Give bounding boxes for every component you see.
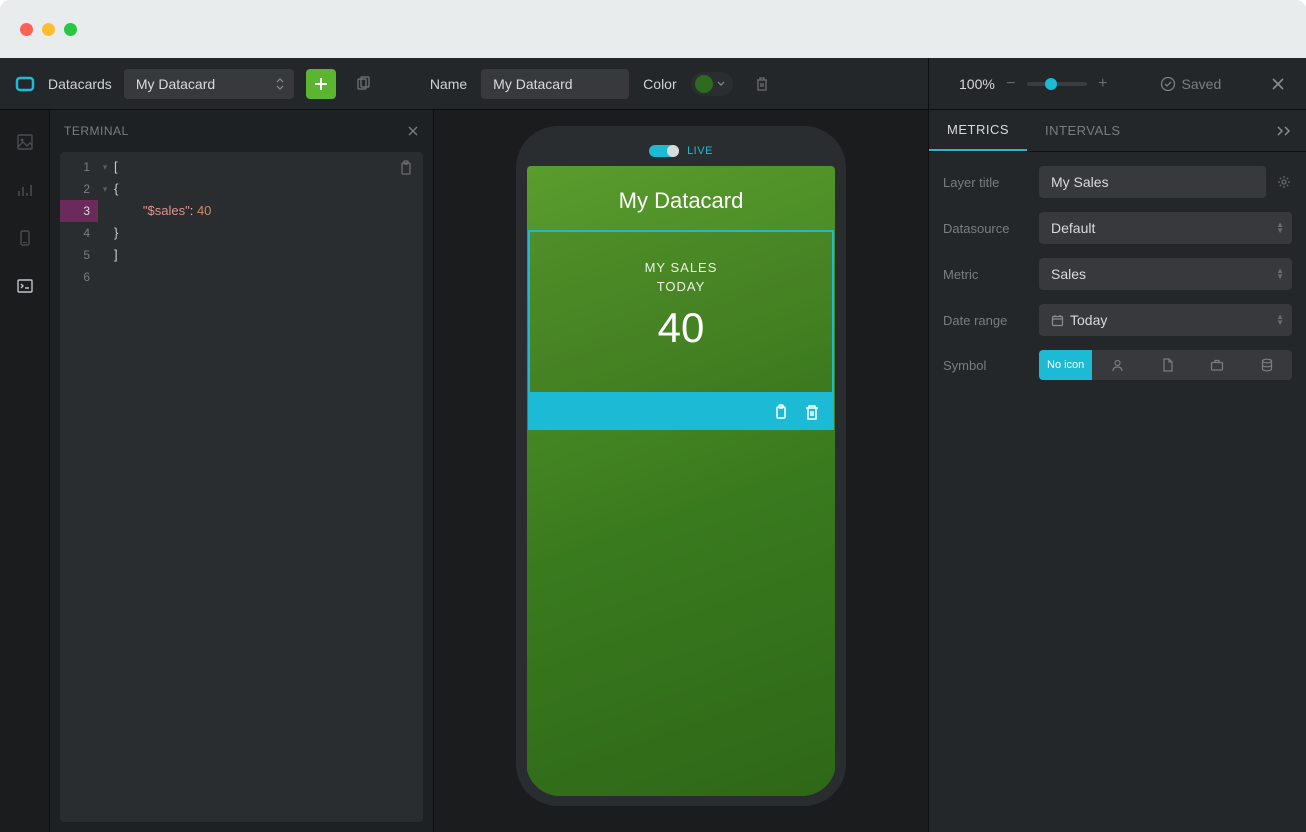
chevron-updown-icon: ▲▼ [1276,222,1284,234]
left-rail [0,110,50,832]
phone-status-bar: LIVE [526,136,836,166]
mac-titlebar [0,0,1306,58]
saved-label: Saved [1182,76,1222,92]
zoom-in-button[interactable]: + [1095,75,1111,93]
panel-tabs: METRICS INTERVALS [929,110,1306,152]
datacard-preview: My Datacard MY SALES TODAY 40 [527,166,835,796]
phone-frame: LIVE My Datacard MY SALES TODAY 40 [516,126,846,806]
maximize-window[interactable] [64,23,77,36]
chevron-updown-icon [276,78,284,90]
symbol-briefcase-button[interactable] [1192,350,1242,380]
symbol-person-button[interactable] [1092,350,1142,380]
code-editor[interactable]: 1 2 3 4 5 6 ▾▾ [ { "$sales": 40 [60,152,423,822]
terminal-header-label: TERMINAL [64,124,129,138]
delete-datacard-button[interactable] [747,69,777,99]
live-toggle[interactable] [649,145,679,157]
metric-card[interactable]: MY SALES TODAY 40 [528,230,834,394]
layer-title-input[interactable] [1039,166,1266,198]
calendar-icon [1051,314,1064,327]
chevron-updown-icon: ▲▼ [1276,268,1284,280]
duplicate-button[interactable] [348,69,378,99]
live-label: LIVE [687,145,713,157]
zoom-out-button[interactable]: − [1003,75,1019,93]
saved-indicator: Saved [1160,76,1222,92]
chevron-down-icon [717,81,725,86]
code-content: [ { "$sales": 40 } ] [114,156,413,266]
datasource-label: Datasource [943,221,1029,236]
close-window[interactable] [20,23,33,36]
rail-item-image[interactable] [6,122,44,162]
close-panel-button[interactable] [1270,76,1286,92]
line-gutter: 1 2 3 4 5 6 [60,156,98,288]
tab-metrics[interactable]: METRICS [929,110,1027,151]
rail-item-chart[interactable] [6,170,44,210]
name-label: Name [430,76,467,92]
symbol-label: Symbol [943,358,1029,373]
properties-panel: METRICS INTERVALS Layer title Datasource [928,110,1306,832]
delete-card-button[interactable] [804,403,820,421]
fold-gutter: ▾▾ [98,156,112,200]
card-action-bar [528,394,834,430]
terminal-pane: TERMINAL 1 2 3 4 5 6 ▾▾ [50,110,434,832]
symbol-noicon-button[interactable]: No icon [1039,350,1092,380]
duplicate-card-button[interactable] [774,403,790,421]
zoom-slider[interactable] [1027,82,1087,86]
chevron-updown-icon: ▲▼ [1276,314,1284,326]
metric-field-label: Metric [943,267,1029,282]
metric-value: 40 [658,304,705,352]
app-logo [14,73,36,95]
zoom-percentage: 100% [959,76,995,92]
name-input[interactable] [481,69,629,99]
tab-intervals[interactable]: INTERVALS [1027,110,1139,151]
rail-item-device[interactable] [6,218,44,258]
metric-label: MY SALES [645,260,718,275]
collapse-panel-button[interactable] [1276,125,1292,137]
layer-title-label: Layer title [943,175,1029,190]
slider-thumb[interactable] [1045,78,1057,90]
symbol-document-button[interactable] [1142,350,1192,380]
zoom-controls: 100% − + [959,75,1111,93]
add-datacard-button[interactable] [306,69,336,99]
copy-code-button[interactable] [399,160,413,176]
card-title: My Datacard [527,166,835,230]
symbol-selector: No icon [1039,350,1292,380]
metric-sublabel: TODAY [657,279,706,294]
layer-settings-button[interactable] [1276,174,1292,190]
date-range-select[interactable]: Today ▲▼ [1039,304,1292,336]
rail-item-terminal[interactable] [6,266,44,306]
symbol-database-button[interactable] [1242,350,1292,380]
color-swatch [695,75,713,93]
datacard-selector[interactable]: My Datacard [124,69,294,99]
datacards-label: Datacards [48,76,112,92]
close-terminal-button[interactable] [407,125,419,137]
preview-canvas: LIVE My Datacard MY SALES TODAY 40 [434,110,928,832]
date-range-label: Date range [943,313,1029,328]
color-picker[interactable] [691,72,733,96]
minimize-window[interactable] [42,23,55,36]
check-circle-icon [1160,76,1176,92]
color-label: Color [643,76,676,92]
datacard-selected: My Datacard [136,76,215,92]
datasource-select[interactable]: Default ▲▼ [1039,212,1292,244]
metric-select[interactable]: Sales ▲▼ [1039,258,1292,290]
app-toolbar: Datacards My Datacard Name Color [0,58,1306,110]
